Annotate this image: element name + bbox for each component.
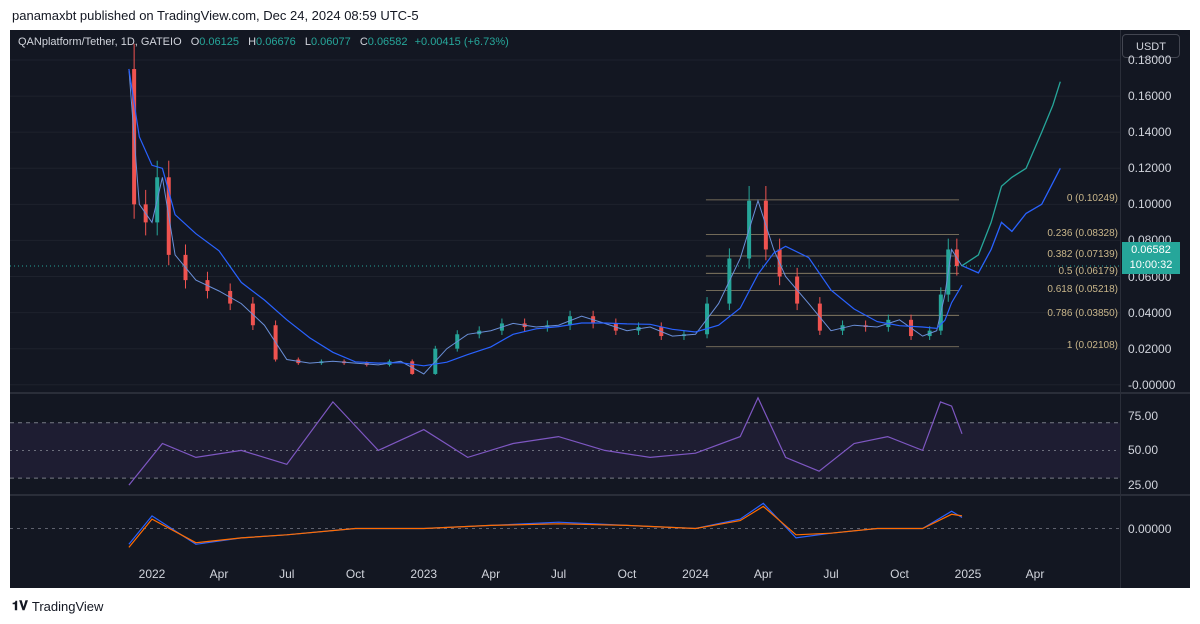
time-tick-4: 2023	[410, 567, 438, 581]
time-tick-12: 2025	[954, 567, 982, 581]
projection-path-2	[961, 168, 1061, 274]
last-price-badge: 0.06582 10:00:32	[1122, 242, 1180, 274]
footer-logo-text: TradingView	[31, 598, 104, 614]
price-tick-9: -0.00000	[1128, 377, 1176, 392]
open-label: O	[190, 36, 200, 48]
fib-label-2: 0.382 (0.07139)	[1047, 248, 1118, 260]
time-tick-2: Jul	[279, 567, 295, 581]
price-tick-7: 0.04000	[1128, 305, 1172, 320]
price-tick-0: 0.18000	[1128, 53, 1172, 67]
fib-label-5: 0.786 (0.03850)	[1047, 308, 1118, 320]
rsi-tick-0: 75.00	[1128, 408, 1159, 423]
macd-signal-line	[128, 505, 963, 548]
close-value: 0.06582	[367, 36, 408, 48]
projection-path-1	[961, 81, 1061, 267]
tradingview-footer: 𝟏𝐕 TradingView	[12, 598, 103, 614]
pane-divider-rsi[interactable]	[10, 392, 1190, 394]
fib-label-3: 0.5 (0.06179)	[1058, 266, 1119, 278]
fib-label-6: 1 (0.02108)	[1066, 339, 1118, 351]
tradingview-logo-icon: 𝟏𝐕	[12, 598, 28, 613]
fib-label-1: 0.236 (0.08328)	[1047, 227, 1118, 239]
high-value: 0.06676	[256, 36, 296, 48]
close-label: C	[359, 36, 368, 48]
time-tick-0: 2022	[138, 567, 166, 581]
open-value: 0.06125	[199, 36, 240, 48]
price-tick-2: 0.14000	[1128, 125, 1172, 140]
symbol-name: QANplatform/Tether, 1D, GATEIO	[18, 36, 182, 48]
macd-tick-0: 0.00000	[1128, 521, 1172, 536]
fib-label-4: 0.618 (0.05218)	[1047, 283, 1118, 295]
time-tick-7: Oct	[617, 567, 637, 581]
chart-svg[interactable]	[10, 30, 1190, 588]
time-tick-10: Jul	[823, 567, 839, 581]
rsi-tick-1: 50.00	[1128, 443, 1159, 458]
last-price-value: 0.06582	[1131, 244, 1171, 256]
time-tick-1: Apr	[209, 567, 229, 581]
high-label: H	[248, 36, 257, 48]
time-tick-5: Apr	[481, 567, 501, 581]
low-value: 0.06077	[310, 36, 351, 48]
rsi-tick-2: 25.00	[1128, 478, 1159, 493]
chart-frame[interactable]: QANplatform/Tether, 1D, GATEIO O0.06125 …	[10, 30, 1190, 588]
fib-label-0: 0 (0.10249)	[1066, 192, 1118, 204]
change-value: +0.00415 (+6.73%)	[414, 36, 509, 48]
time-tick-11: Oct	[890, 567, 909, 581]
time-tick-9: Apr	[753, 567, 773, 581]
price-tick-1: 0.16000	[1128, 89, 1172, 104]
price-tick-3: 0.12000	[1128, 161, 1172, 176]
price-scale-divider	[1120, 30, 1121, 588]
symbol-legend: QANplatform/Tether, 1D, GATEIO O0.06125 …	[18, 36, 509, 48]
publish-info: panamaxbt published on TradingView.com, …	[12, 8, 419, 23]
pane-divider-macd[interactable]	[10, 494, 1190, 496]
price-tick-8: 0.02000	[1128, 341, 1172, 356]
time-tick-3: Oct	[345, 567, 365, 581]
price-tick-4: 0.10000	[1128, 197, 1172, 212]
time-tick-6: Jul	[550, 567, 567, 581]
time-tick-8: 2024	[682, 567, 709, 581]
bar-countdown: 10:00:32	[1129, 259, 1173, 271]
time-tick-13: Apr	[1025, 567, 1045, 581]
